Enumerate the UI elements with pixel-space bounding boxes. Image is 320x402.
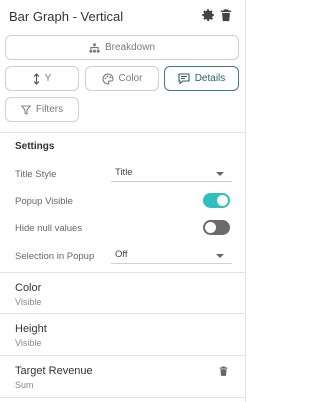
tab-details[interactable]: Details <box>164 66 239 91</box>
divider <box>0 132 246 133</box>
selection-popup-value: Off <box>115 249 128 260</box>
field-name: Color <box>15 282 42 294</box>
field-aggregation: Sum <box>15 380 34 390</box>
tab-details-label: Details <box>194 73 226 84</box>
toggle-knob <box>217 195 228 206</box>
chevron-down-icon <box>216 254 224 258</box>
toggle-knob <box>205 222 216 233</box>
breakdown-label: Breakdown <box>104 42 156 53</box>
field-name: Target Revenue <box>15 365 93 377</box>
title-style-label: Title Style <box>15 169 57 180</box>
field-item-target-revenue[interactable]: Target Revenue Sum <box>0 356 246 396</box>
selection-popup-select[interactable]: Off <box>111 248 232 264</box>
filters-button[interactable]: Filters <box>5 97 79 122</box>
field-aggregation: Visible <box>15 297 42 307</box>
palette-icon <box>102 72 114 85</box>
hierarchy-icon <box>89 42 100 53</box>
properties-panel: Bar Graph - Vertical Breakdown Y Color D… <box>0 0 246 402</box>
comment-icon <box>178 73 190 84</box>
breakdown-button[interactable]: Breakdown <box>5 35 239 60</box>
divider <box>0 397 246 398</box>
chevron-down-icon <box>216 172 224 176</box>
hide-null-label: Hide null values <box>15 223 83 234</box>
filter-icon <box>20 104 31 115</box>
title-style-select[interactable]: Title <box>111 166 232 182</box>
field-item-color[interactable]: Color Visible <box>0 273 246 313</box>
popup-visible-toggle[interactable] <box>203 193 230 208</box>
popup-visible-label: Popup Visible <box>15 196 73 207</box>
panel-title: Bar Graph - Vertical <box>9 9 124 24</box>
title-style-value: Title <box>115 167 133 178</box>
panel-header: Bar Graph - Vertical <box>0 0 246 32</box>
vertical-arrows-icon <box>33 72 40 85</box>
filters-label: Filters <box>35 104 64 115</box>
trash-icon[interactable] <box>218 365 229 377</box>
settings-heading: Settings <box>15 141 55 152</box>
tab-color[interactable]: Color <box>85 66 159 91</box>
hide-null-toggle[interactable] <box>203 220 230 235</box>
tab-y[interactable]: Y <box>5 66 79 91</box>
field-item-height[interactable]: Height Visible <box>0 314 246 354</box>
field-name: Height <box>15 323 47 335</box>
tab-color-label: Color <box>118 73 143 84</box>
field-aggregation: Visible <box>15 338 42 348</box>
tab-y-label: Y <box>44 73 52 84</box>
selection-popup-label: Selection in Popup <box>15 251 95 262</box>
trash-icon[interactable] <box>219 8 233 22</box>
gear-icon[interactable] <box>201 8 215 22</box>
